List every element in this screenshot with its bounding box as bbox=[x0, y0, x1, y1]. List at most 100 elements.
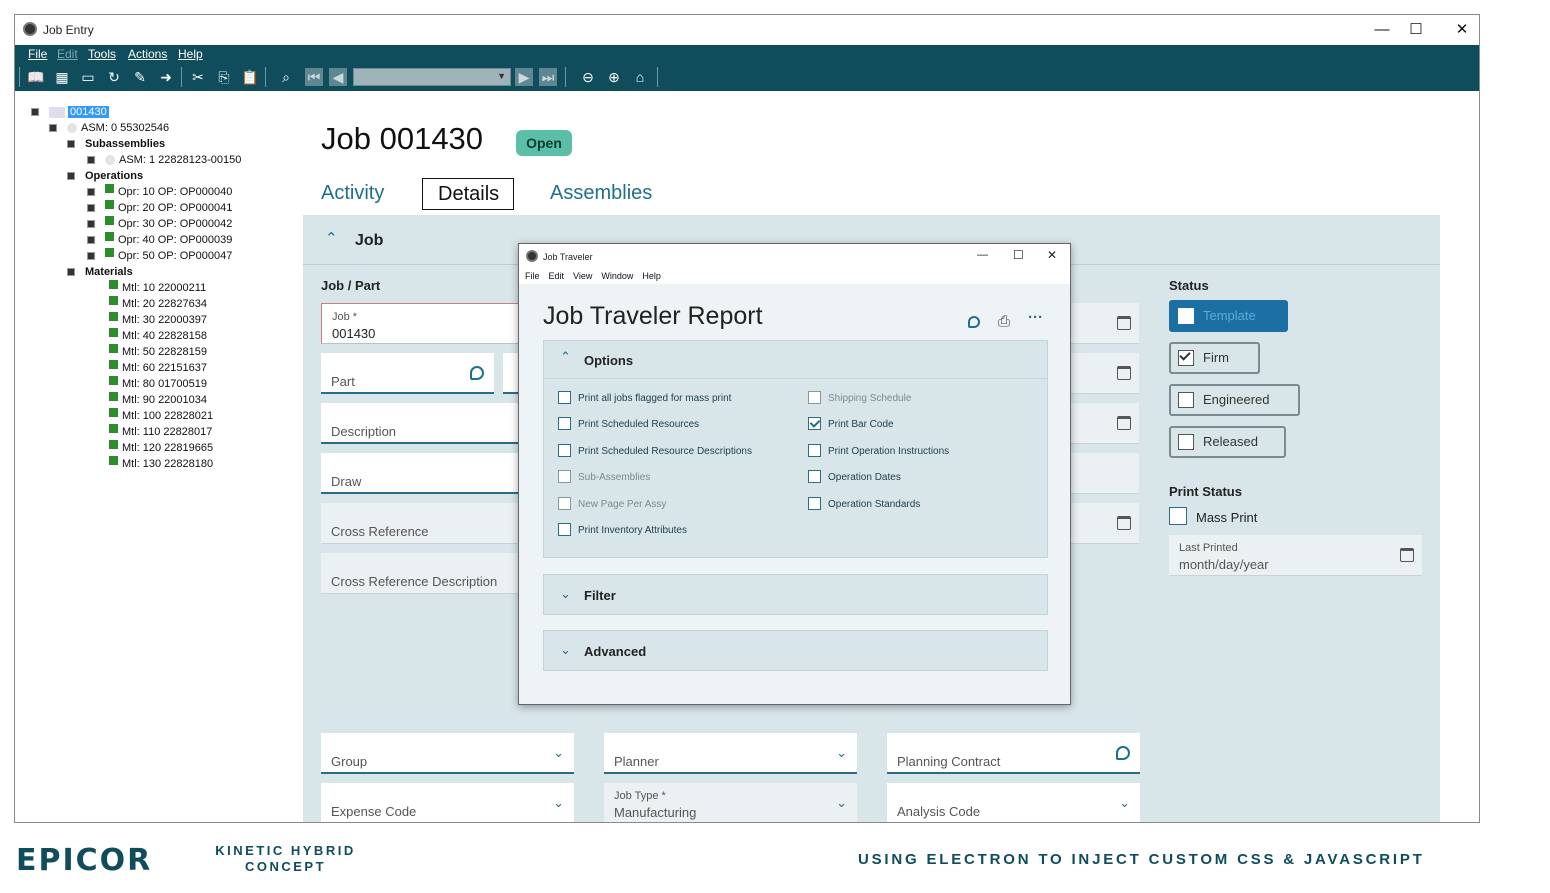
tree-item-material[interactable]: Mtl: 110 22828017 bbox=[109, 424, 212, 439]
checkbox[interactable] bbox=[808, 497, 821, 510]
released-toggle[interactable]: Released bbox=[1169, 426, 1286, 458]
binoculars-icon[interactable]: ⌕ bbox=[277, 68, 295, 86]
back-arrow-icon[interactable]: ⊖ bbox=[579, 68, 597, 86]
tree-item-asm1[interactable]: ASM: 1 22828123-00150 bbox=[87, 153, 241, 167]
mass-print-checkbox[interactable] bbox=[1169, 507, 1187, 525]
tree-group-operations[interactable]: Operations bbox=[67, 169, 143, 183]
cut-icon[interactable]: ✂ bbox=[189, 68, 207, 86]
template-toggle[interactable]: Template bbox=[1169, 300, 1288, 332]
tree-item-material[interactable]: Mtl: 20 22827634 bbox=[109, 296, 207, 311]
grid-icon[interactable]: ▦ bbox=[53, 68, 71, 86]
record-combo[interactable]: ▼ bbox=[353, 68, 511, 86]
calendar-icon[interactable] bbox=[1117, 416, 1131, 430]
home-icon[interactable]: ⌂ bbox=[631, 68, 649, 86]
calendar-icon[interactable] bbox=[1117, 516, 1131, 530]
checkbox-checked[interactable] bbox=[808, 417, 821, 430]
checkbox[interactable] bbox=[558, 417, 571, 430]
tree-item-material[interactable]: Mtl: 90 22001034 bbox=[109, 392, 207, 407]
printer-icon[interactable]: ⎙ bbox=[998, 313, 1010, 330]
modal-menu-view[interactable]: View bbox=[573, 271, 592, 281]
analysis-code-select[interactable]: Analysis Code ⌄ bbox=[887, 783, 1140, 822]
calendar-icon[interactable] bbox=[1117, 316, 1131, 330]
tree-item-asm0[interactable]: ASM: 0 55302546 bbox=[49, 121, 169, 135]
expense-code-select[interactable]: Expense Code ⌄ bbox=[321, 783, 574, 822]
option-operation-standards[interactable]: Operation Standards bbox=[808, 497, 920, 511]
expander-icon[interactable] bbox=[67, 172, 75, 181]
calendar-icon[interactable] bbox=[1400, 548, 1414, 562]
more-options-icon[interactable]: ··· bbox=[1028, 309, 1043, 326]
open-book-icon[interactable]: 📖 bbox=[27, 68, 45, 86]
options-header[interactable]: ⌃ Options bbox=[544, 341, 1047, 379]
modal-menu-window[interactable]: Window bbox=[601, 271, 633, 281]
tree-item-material[interactable]: Mtl: 50 22828159 bbox=[109, 344, 207, 359]
chevron-up-icon[interactable]: ⌃ bbox=[560, 349, 571, 365]
option-operation-dates[interactable]: Operation Dates bbox=[808, 470, 901, 484]
modal-minimize-button[interactable]: — bbox=[977, 249, 988, 261]
tree-item-operation[interactable]: Opr: 40 OP: OP000039 bbox=[87, 232, 232, 247]
clear-icon[interactable]: ✎ bbox=[131, 68, 149, 86]
checkbox[interactable] bbox=[808, 470, 821, 483]
new-icon[interactable]: ▭ bbox=[79, 68, 97, 86]
option-operation-instructions[interactable]: Print Operation Instructions bbox=[808, 444, 949, 458]
tree-item-operation[interactable]: Opr: 30 OP: OP000042 bbox=[87, 216, 232, 231]
tree-item-material[interactable]: Mtl: 10 22000211 bbox=[109, 280, 206, 295]
next-record-icon[interactable]: ▶ bbox=[515, 68, 533, 86]
date-field[interactable] bbox=[1071, 403, 1139, 444]
checkbox[interactable] bbox=[558, 391, 571, 404]
forward-circle-icon[interactable]: ➜ bbox=[157, 68, 175, 86]
tree-group-materials[interactable]: Materials bbox=[67, 265, 133, 279]
tab-assemblies[interactable]: Assemblies bbox=[550, 178, 652, 210]
job-type-select[interactable]: Job Type * Manufacturing ⌄ bbox=[604, 783, 857, 822]
tree-item-operation[interactable]: Opr: 20 OP: OP000041 bbox=[87, 200, 232, 215]
search-icon[interactable] bbox=[470, 366, 484, 380]
date-field[interactable] bbox=[1071, 303, 1139, 344]
expander-icon[interactable] bbox=[67, 140, 75, 149]
modal-menu-file[interactable]: File bbox=[525, 271, 540, 281]
menu-tools[interactable]: Tools bbox=[88, 47, 116, 61]
copy-icon[interactable]: ⎘ bbox=[215, 68, 233, 86]
tab-details[interactable]: Details bbox=[422, 178, 514, 210]
expander-icon[interactable] bbox=[87, 204, 95, 213]
chevron-up-icon[interactable]: ⌃ bbox=[325, 229, 338, 247]
last-record-icon[interactable]: ⏭ bbox=[539, 68, 557, 86]
tree-item-material[interactable]: Mtl: 120 22819665 bbox=[109, 440, 213, 455]
expander-icon[interactable] bbox=[87, 236, 95, 245]
blank-field[interactable] bbox=[1071, 453, 1139, 494]
menu-edit[interactable]: Edit bbox=[57, 47, 78, 61]
modal-close-button[interactable]: ✕ bbox=[1047, 248, 1057, 262]
chevron-down-icon[interactable]: ⌄ bbox=[560, 642, 571, 658]
menu-help[interactable]: Help bbox=[178, 47, 203, 61]
expander-icon[interactable] bbox=[31, 108, 39, 117]
calendar-icon[interactable] bbox=[1117, 366, 1131, 380]
refresh-icon[interactable]: ↻ bbox=[105, 68, 123, 86]
menu-file[interactable]: File bbox=[28, 47, 47, 61]
tree-item-material[interactable]: Mtl: 80 01700519 bbox=[109, 376, 207, 391]
firm-toggle[interactable]: Firm bbox=[1169, 342, 1260, 374]
option-scheduled-resource-descriptions[interactable]: Print Scheduled Resource Descriptions bbox=[558, 444, 752, 458]
first-record-icon[interactable]: ⏮ bbox=[305, 68, 323, 86]
engineered-toggle[interactable]: Engineered bbox=[1169, 384, 1300, 416]
option-print-bar-code[interactable]: Print Bar Code bbox=[808, 417, 894, 431]
cross-reference-description-field[interactable]: Cross Reference Description bbox=[321, 553, 521, 594]
menu-actions[interactable]: Actions bbox=[128, 47, 167, 61]
tree-item-material[interactable]: Mtl: 40 22828158 bbox=[109, 328, 207, 343]
expander-icon[interactable] bbox=[67, 268, 75, 277]
maximize-button[interactable]: ☐ bbox=[1401, 19, 1431, 41]
previous-record-icon[interactable]: ◀ bbox=[329, 68, 347, 86]
minimize-button[interactable]: — bbox=[1367, 19, 1397, 41]
checkbox[interactable] bbox=[558, 444, 571, 457]
option-scheduled-resources[interactable]: Print Scheduled Resources bbox=[558, 417, 699, 431]
chevron-down-icon[interactable]: ⌄ bbox=[560, 586, 571, 602]
modal-maximize-button[interactable]: ☐ bbox=[1013, 248, 1024, 262]
checkbox[interactable] bbox=[558, 523, 571, 536]
expander-icon[interactable] bbox=[87, 156, 95, 165]
tree-group-subassemblies[interactable]: Subassemblies bbox=[67, 137, 165, 151]
group-select[interactable]: Group ⌄ bbox=[321, 733, 574, 774]
paste-icon[interactable]: 📋 bbox=[241, 68, 259, 86]
job-field[interactable]: Job * 001430 bbox=[321, 303, 521, 344]
tree-item-material[interactable]: Mtl: 100 22828021 bbox=[109, 408, 213, 423]
checkbox[interactable] bbox=[808, 444, 821, 457]
planner-select[interactable]: Planner ⌄ bbox=[604, 733, 857, 774]
search-icon[interactable] bbox=[1116, 746, 1130, 760]
modal-menu-edit[interactable]: Edit bbox=[549, 271, 565, 281]
